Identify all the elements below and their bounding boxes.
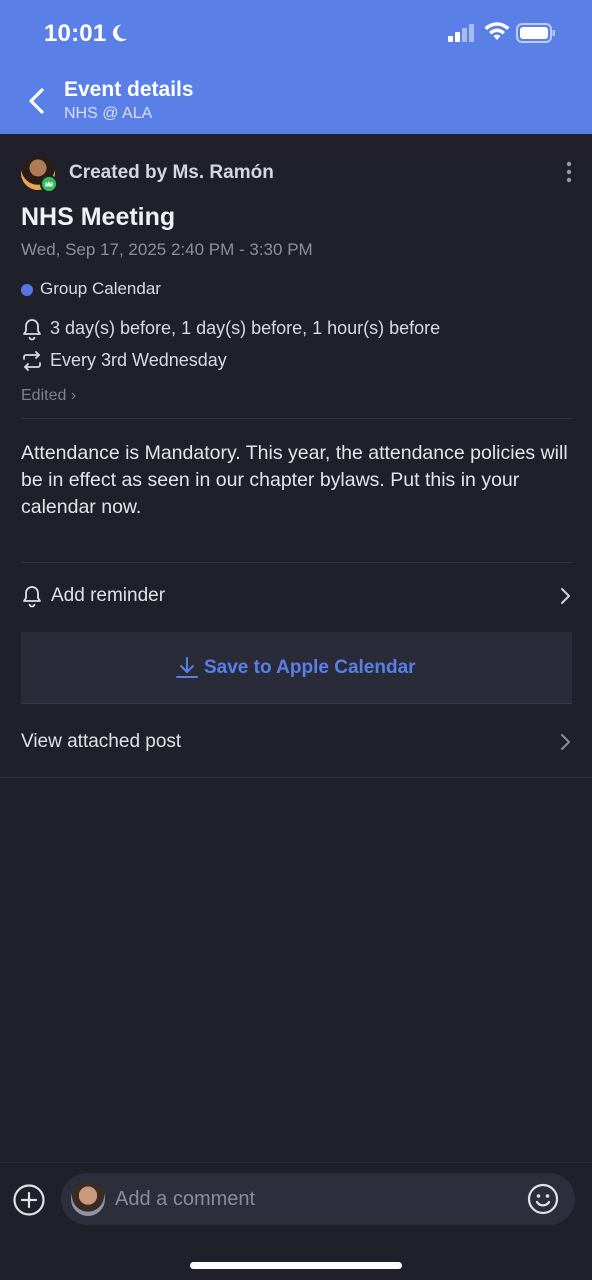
divider [21, 418, 572, 419]
bell-icon [23, 586, 41, 608]
comment-input[interactable] [115, 1185, 515, 1213]
user-avatar [71, 1182, 105, 1216]
calendar-color-dot [21, 284, 33, 296]
bell-icon [23, 319, 41, 341]
created-by-label: Created by Ms. Ramón [69, 162, 274, 183]
edited-link[interactable]: Edited › [21, 387, 76, 405]
view-attached-post-label: View attached post [21, 731, 182, 752]
app-header: 10:01 Event details NHS @ ALA [0, 0, 592, 134]
home-indicator [190, 1262, 402, 1269]
cellular-signal-icon [448, 24, 474, 42]
save-to-apple-calendar-button[interactable]: Save to Apple Calendar [21, 632, 572, 704]
wifi-icon [484, 22, 510, 40]
event-reminders: 3 day(s) before, 1 day(s) before, 1 hour… [50, 318, 441, 338]
view-attached-post-row[interactable]: View attached post [0, 710, 592, 776]
save-to-apple-calendar-label: Save to Apple Calendar [204, 657, 416, 678]
add-reminder-label: Add reminder [51, 585, 166, 606]
add-reminder-row[interactable]: Add reminder [0, 565, 592, 629]
event-recurrence: Every 3rd Wednesday [50, 350, 227, 370]
page-title: Event details [64, 78, 194, 101]
battery-icon [516, 23, 555, 43]
repeat-icon [23, 351, 41, 371]
status-time: 10:01 [44, 20, 107, 47]
more-options-icon[interactable] [560, 160, 578, 184]
calendar-name: Group Calendar [40, 279, 161, 298]
event-description: Attendance is Mandatory. This year, the … [21, 442, 568, 518]
chevron-right-icon [561, 734, 570, 750]
moon-icon [112, 24, 128, 42]
event-title: NHS Meeting [21, 203, 176, 231]
add-attachment-icon[interactable] [12, 1183, 46, 1217]
download-icon [176, 657, 198, 678]
emoji-icon[interactable] [527, 1183, 559, 1215]
divider [0, 777, 592, 778]
status-bar: 10:01 [0, 0, 592, 68]
page-subtitle: NHS @ ALA [64, 105, 153, 122]
chevron-right-icon [561, 588, 570, 604]
crown-icon [40, 175, 58, 193]
back-chevron-icon[interactable] [24, 86, 50, 116]
comment-composer [0, 1162, 592, 1280]
comment-box [61, 1173, 575, 1225]
event-datetime: Wed, Sep 17, 2025 2:40 PM - 3:30 PM [21, 240, 313, 259]
divider [21, 562, 572, 563]
